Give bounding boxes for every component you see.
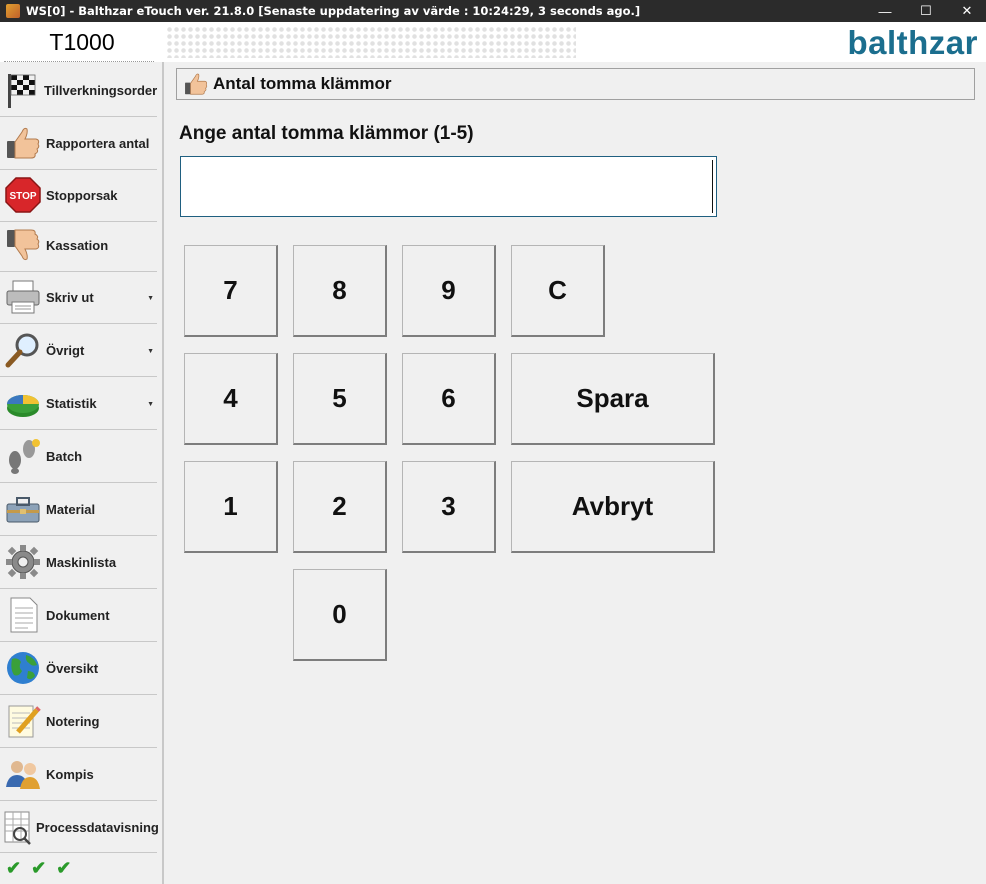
pie-chart-icon — [3, 383, 43, 423]
document-icon — [3, 595, 43, 635]
sidebar-divider — [0, 852, 157, 853]
sidebar-item-label: Skriv ut — [46, 289, 94, 305]
sidebar-item-notering[interactable]: Notering — [0, 695, 157, 748]
minimize-button[interactable]: — — [862, 0, 908, 22]
status-indicators: ✔ ✔ ✔ — [6, 858, 71, 879]
chevron-down-icon: ▼ — [147, 401, 154, 408]
balthzar-logo: balthzar — [847, 24, 978, 61]
footprints-icon — [3, 436, 43, 476]
sidebar-item-label: Kassation — [46, 237, 109, 253]
thumbs-up-icon — [3, 123, 43, 163]
users-icon — [3, 754, 43, 794]
thumbs-up-icon — [183, 71, 209, 97]
cancel-button[interactable]: Avbryt — [511, 461, 715, 553]
sidebar: Tillverkningsorder Rapportera antal STOP… — [0, 62, 164, 884]
sidebar-item-maskinlista[interactable]: Maskinlista — [0, 536, 157, 589]
app-header: T1000 balthzar — [0, 22, 986, 62]
app-icon — [6, 4, 20, 18]
window-title: WS[0] - Balthzar eTouch ver. 21.8.0 [Sen… — [26, 4, 641, 18]
sidebar-item-oversikt[interactable]: Översikt — [0, 642, 157, 695]
chevron-down-icon: ▼ — [147, 295, 154, 302]
sidebar-item-label: Övrigt — [46, 342, 85, 358]
sidebar-item-skriv-ut[interactable]: Skriv ut ▼ — [0, 271, 157, 324]
sidebar-item-label: Material — [46, 501, 96, 517]
sidebar-item-tillverkningsorder[interactable]: Tillverkningsorder — [0, 64, 157, 117]
printer-icon — [3, 277, 43, 317]
sidebar-item-material[interactable]: Material — [0, 483, 157, 536]
panel-title-bar: Antal tomma klämmor — [176, 68, 975, 100]
close-button[interactable]: ✕ — [944, 0, 986, 22]
sidebar-item-label: Stopporsak — [46, 187, 118, 203]
key-1[interactable]: 1 — [184, 461, 278, 553]
status-check-icon: ✔ — [6, 858, 22, 878]
svg-text:STOP: STOP — [9, 191, 36, 202]
machine-name: T1000 — [49, 28, 115, 55]
sidebar-item-label: Batch — [46, 448, 83, 464]
sidebar-item-label: Maskinlista — [46, 554, 117, 570]
thumbs-down-icon — [3, 225, 43, 265]
clear-button[interactable]: C — [511, 245, 605, 337]
magnifier-icon — [3, 330, 43, 370]
globe-icon — [3, 648, 43, 688]
key-2[interactable]: 2 — [293, 461, 387, 553]
sidebar-item-label: Processdatavisning — [36, 820, 159, 835]
text-cursor — [712, 160, 713, 213]
key-3[interactable]: 3 — [402, 461, 496, 553]
sidebar-item-kassation[interactable]: Kassation — [0, 219, 157, 272]
sidebar-item-label: Kompis — [46, 766, 94, 782]
sidebar-item-label: Översikt — [46, 660, 99, 676]
status-check-icon: ✔ — [56, 858, 72, 878]
sidebar-item-label: Statistik — [46, 395, 97, 411]
sidebar-item-rapportera-antal[interactable]: Rapportera antal — [0, 117, 157, 170]
toolbox-icon — [3, 489, 43, 529]
key-7[interactable]: 7 — [184, 245, 278, 337]
key-6[interactable]: 6 — [402, 353, 496, 445]
maximize-button[interactable]: ☐ — [903, 0, 949, 22]
panel-title: Antal tomma klämmor — [213, 74, 392, 93]
checkered-flag-icon — [3, 70, 41, 110]
sidebar-item-label: Notering — [46, 713, 100, 729]
notepad-pencil-icon — [3, 701, 43, 741]
sidebar-item-label: Rapportera antal — [46, 135, 150, 151]
save-button[interactable]: Spara — [511, 353, 715, 445]
sidebar-item-stopporsak[interactable]: STOP Stopporsak — [0, 169, 157, 222]
input-prompt: Ange antal tomma klämmor (1-5) — [179, 123, 474, 144]
quantity-input[interactable] — [180, 156, 717, 217]
sidebar-item-dokument[interactable]: Dokument — [0, 589, 157, 642]
sidebar-item-batch[interactable]: Batch — [0, 430, 157, 483]
gear-icon — [3, 542, 43, 582]
sidebar-item-statistik[interactable]: Statistik ▼ — [0, 377, 157, 430]
status-check-icon: ✔ — [31, 858, 47, 878]
table-magnifier-icon — [3, 808, 33, 848]
key-9[interactable]: 9 — [402, 245, 496, 337]
key-8[interactable]: 8 — [293, 245, 387, 337]
key-5[interactable]: 5 — [293, 353, 387, 445]
window-titlebar: WS[0] - Balthzar eTouch ver. 21.8.0 [Sen… — [0, 0, 986, 22]
chevron-down-icon: ▼ — [147, 348, 154, 355]
decorative-dot-pattern — [166, 26, 576, 58]
key-4[interactable]: 4 — [184, 353, 278, 445]
sidebar-item-processdatavisning[interactable]: Processdatavisning — [0, 801, 159, 854]
sidebar-item-kompis[interactable]: Kompis — [0, 748, 157, 801]
stop-sign-icon: STOP — [3, 175, 43, 215]
key-0[interactable]: 0 — [293, 569, 387, 661]
sidebar-item-label: Tillverkningsorder — [44, 82, 158, 98]
sidebar-item-label: Dokument — [46, 607, 110, 623]
sidebar-item-ovrigt[interactable]: Övrigt ▼ — [0, 324, 157, 377]
